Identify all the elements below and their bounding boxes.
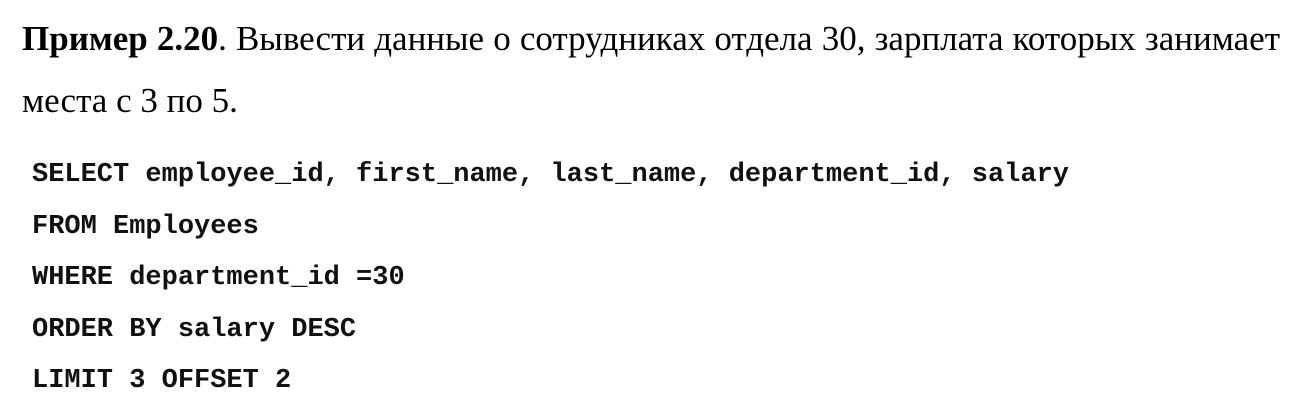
code-line-select: SELECT employee_id, first_name, last_nam… — [32, 160, 1069, 190]
code-line-from: FROM Employees — [32, 211, 259, 242]
code-line-where: WHERE department_id =30 — [32, 263, 405, 293]
sql-code-block: SELECT employee_id, first_name, last_nam… — [32, 150, 1069, 408]
code-line-order-by: ORDER BY salary DESC — [32, 314, 357, 345]
example-label: Пример 2.20 — [22, 19, 219, 58]
example-paragraph: Пример 2.20. Вывести данные о сотрудника… — [22, 8, 1280, 132]
code-line-limit: LIMIT 3 OFFSET 2 — [32, 366, 292, 396]
